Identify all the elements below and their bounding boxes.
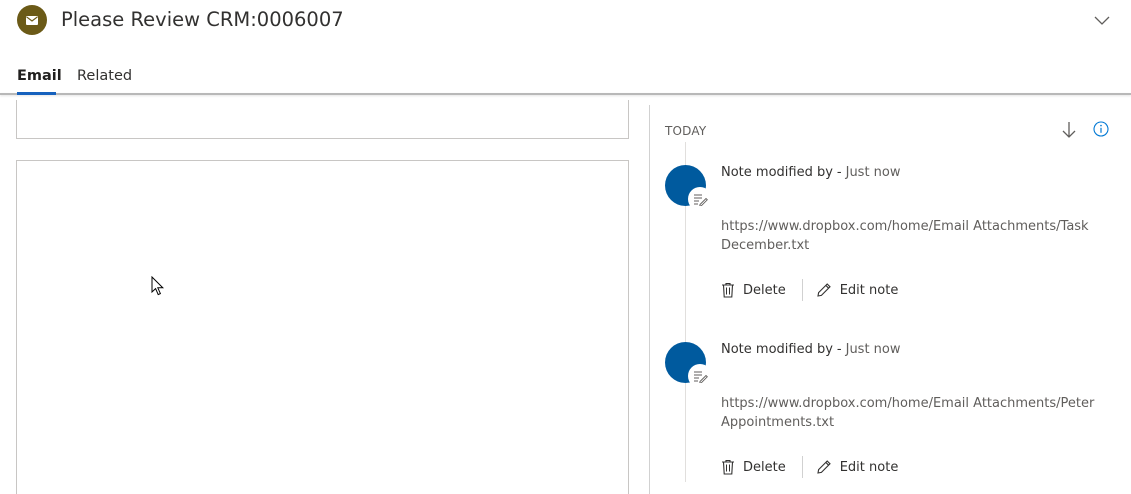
delete-label: Delete [743, 459, 786, 475]
email-body-field[interactable] [16, 160, 629, 494]
active-tab-indicator [17, 92, 56, 95]
pencil-icon [817, 283, 831, 297]
note-timestamp: Just now [845, 165, 901, 180]
action-divider [801, 279, 803, 301]
trash-icon [722, 282, 734, 298]
email-field-top[interactable] [16, 100, 629, 139]
note-text-line: Appointments.txt [721, 415, 835, 430]
action-divider [801, 456, 803, 478]
note-icon [688, 187, 712, 211]
pencil-icon [817, 460, 831, 474]
note-separator: - [836, 342, 842, 357]
note-actions: Delete Edit note [721, 455, 898, 479]
delete-note-button[interactable]: Delete [721, 459, 786, 475]
chevron-down-icon[interactable] [1092, 13, 1112, 29]
mouse-cursor-icon [151, 275, 165, 300]
note-icon [688, 364, 712, 388]
envelope-icon [17, 5, 47, 35]
note-text-line: https://www.dropbox.com/home/Email Attac… [721, 219, 1089, 234]
delete-label: Delete [743, 282, 786, 298]
edit-note-button[interactable]: Edit note [816, 459, 899, 475]
info-icon[interactable] [1093, 121, 1109, 141]
note-author-label: Note modified by [721, 342, 833, 357]
note-author-label: Note modified by [721, 165, 833, 180]
note-content: https://www.dropbox.com/home/Email Attac… [721, 394, 1101, 432]
edit-label: Edit note [839, 282, 899, 298]
timeline-group-label: TODAY [665, 124, 707, 138]
edit-label: Edit note [839, 459, 899, 475]
note-actions: Delete Edit note [721, 278, 898, 302]
note-separator: - [836, 165, 842, 180]
trash-icon [722, 459, 734, 475]
sort-down-arrow-icon[interactable] [1061, 120, 1077, 144]
header-divider [0, 93, 1131, 95]
note-header: Note modified by - Just now [721, 342, 901, 357]
note-content: https://www.dropbox.com/home/Email Attac… [721, 217, 1101, 255]
delete-note-button[interactable]: Delete [721, 282, 786, 298]
record-title: Please Review CRM:0006007 [61, 8, 344, 31]
record-header: Please Review CRM:0006007 Email Related [0, 0, 1131, 95]
note-text-line: https://www.dropbox.com/home/Email Attac… [721, 396, 1095, 411]
note-timestamp: Just now [845, 342, 901, 357]
tab-related[interactable]: Related [77, 68, 132, 84]
tab-email[interactable]: Email [17, 68, 62, 84]
edit-note-button[interactable]: Edit note [816, 282, 899, 298]
note-header: Note modified by - Just now [721, 165, 901, 180]
note-text-line: December.txt [721, 238, 810, 253]
timeline-panel: TODAY Note modified by - Just now https://… [649, 105, 1131, 494]
